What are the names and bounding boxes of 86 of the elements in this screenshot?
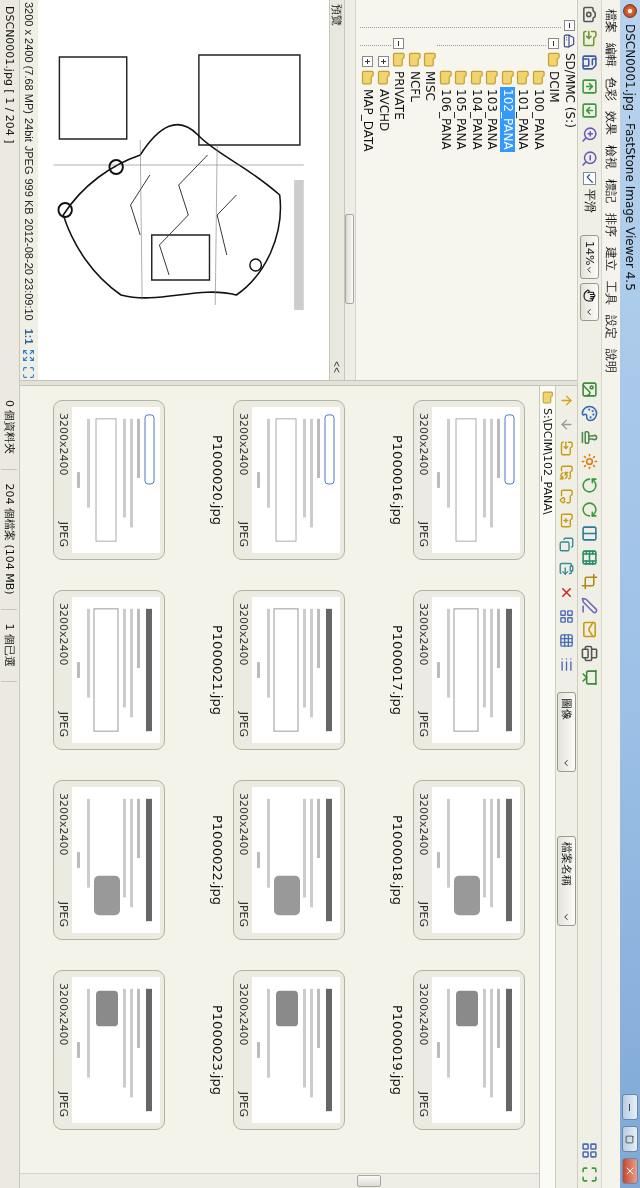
- image-format: JPEG: [57, 521, 71, 547]
- image-size: 3200x2400: [57, 793, 71, 856]
- image-size: 3200x2400: [237, 793, 251, 856]
- folder-item[interactable]: DCIM: [546, 69, 562, 105]
- file-name: P1000016.jpg: [389, 435, 406, 525]
- image-size: 3200x2400: [237, 413, 251, 476]
- image-size: 3200x2400: [417, 413, 431, 476]
- folder-item[interactable]: SD/MMC (S:): [561, 51, 577, 130]
- image-format: JPEG: [417, 1091, 431, 1117]
- actual-size-button[interactable]: 1:1: [23, 328, 35, 345]
- status-text: 0 個資料夾: [1, 386, 18, 470]
- folder-item[interactable]: MISC: [422, 69, 438, 103]
- image-size: 3200x2400: [57, 413, 71, 476]
- image-format: JPEG: [417, 521, 431, 547]
- thumbnail-card[interactable]: 3200x2400 JPEG: [53, 400, 165, 560]
- menu-item[interactable]: 說明: [602, 344, 620, 378]
- menu-item[interactable]: 標記: [602, 174, 620, 208]
- file-name: P1000020.jpg: [209, 435, 226, 525]
- thumbnail-card[interactable]: 3200x2400 JPEG: [413, 400, 525, 560]
- thumbnail-card[interactable]: 3200x2400 JPEG: [413, 970, 525, 1130]
- folder-path: S:\DCIM\102_PANA\: [541, 408, 554, 515]
- image-format: JPEG: [237, 521, 251, 547]
- menu-item[interactable]: 建立: [602, 242, 620, 276]
- folder-item[interactable]: 104_PANA: [468, 87, 484, 152]
- image-format: JPEG: [237, 1091, 251, 1117]
- image-size: 3200x2400: [237, 603, 251, 666]
- menu-item[interactable]: 色彩: [602, 72, 620, 106]
- folder-item[interactable]: PRIVATE: [391, 69, 407, 122]
- file-name: P1000021.jpg: [209, 625, 226, 715]
- file-name: P1000017.jpg: [389, 625, 406, 715]
- image-info: 2012-08-20 23:09:10: [23, 218, 35, 321]
- file-name: P1000023.jpg: [209, 1005, 226, 1095]
- folder-item[interactable]: NCFL: [406, 69, 422, 104]
- image-info: 24bit: [23, 117, 35, 142]
- menu-item[interactable]: 檔案: [602, 4, 620, 38]
- image-size: 3200x2400: [417, 603, 431, 666]
- menu-item[interactable]: 檢視: [602, 140, 620, 174]
- thumbnail-card[interactable]: 3200x2400 JPEG: [233, 590, 345, 750]
- window-title: DSCN0001.jpg - FastStone Image Viewer 4.5: [623, 24, 637, 293]
- collapse-button[interactable]: <<: [331, 358, 343, 376]
- status-text: 204 個檔案 (104 MB): [1, 469, 18, 610]
- folder-item[interactable]: MAP_DATA: [360, 87, 376, 154]
- menu-item[interactable]: 工具: [602, 276, 620, 310]
- thumbnail-card[interactable]: 3200x2400 JPEG: [233, 970, 345, 1130]
- image-format: JPEG: [57, 1091, 71, 1117]
- folder-item[interactable]: 101_PANA: [515, 87, 531, 152]
- sort-dropdown[interactable]: 檔案名稱: [557, 836, 576, 926]
- folder-item[interactable]: 105_PANA: [453, 87, 469, 152]
- image-format: JPEG: [417, 711, 431, 737]
- image-format: JPEG: [57, 711, 71, 737]
- folder-item[interactable]: AVCHD: [375, 87, 391, 134]
- file-name: P1000022.jpg: [209, 815, 226, 905]
- file-name: P1000019.jpg: [389, 1005, 406, 1095]
- zoom-dropdown[interactable]: 14%: [580, 235, 599, 279]
- image-format: JPEG: [237, 901, 251, 927]
- image-size: 3200x2400: [417, 983, 431, 1046]
- thumbnail-card[interactable]: 3200x2400 JPEG: [53, 780, 165, 940]
- thumbnail-card[interactable]: 3200x2400 JPEG: [53, 590, 165, 750]
- image-size: 3200x2400: [237, 983, 251, 1046]
- image-format: JPEG: [417, 901, 431, 927]
- folder-item[interactable]: 103_PANA: [484, 87, 500, 152]
- menu-item[interactable]: 編輯: [602, 38, 620, 72]
- image-info: 999 KB: [23, 178, 35, 215]
- status-text: 1 個已選: [1, 609, 18, 683]
- image-format: JPEG: [57, 901, 71, 927]
- image-size: 3200x2400: [57, 983, 71, 1046]
- menu-item[interactable]: 效果: [602, 106, 620, 140]
- menu-item[interactable]: 排序: [602, 208, 620, 242]
- menu-item[interactable]: 設定: [602, 310, 620, 344]
- image-format: JPEG: [237, 711, 251, 737]
- image-info: JPEG: [23, 145, 35, 175]
- status-file: DSCN0001.jpg [ 1 / 204 ]: [3, 5, 16, 146]
- preview-title: 預覽: [329, 4, 345, 26]
- folder-item[interactable]: 100_PANA: [530, 87, 546, 152]
- image-size: 3200x2400: [417, 793, 431, 856]
- sort-dropdown[interactable]: 圖像: [557, 692, 576, 772]
- thumbnail-card[interactable]: 3200x2400 JPEG: [233, 780, 345, 940]
- smooth-label: 平滑: [582, 189, 598, 213]
- thumbnail-card[interactable]: 3200x2400 JPEG: [413, 780, 525, 940]
- folder-item[interactable]: 106_PANA: [437, 87, 453, 152]
- thumbnail-card[interactable]: 3200x2400 JPEG: [53, 970, 165, 1130]
- thumbnail-card[interactable]: 3200x2400 JPEG: [233, 400, 345, 560]
- image-info: 3200 x 2400 (7.68 MP): [23, 2, 35, 114]
- thumbnail-card[interactable]: 3200x2400 JPEG: [413, 590, 525, 750]
- file-name: P1000018.jpg: [389, 815, 406, 905]
- image-size: 3200x2400: [57, 603, 71, 666]
